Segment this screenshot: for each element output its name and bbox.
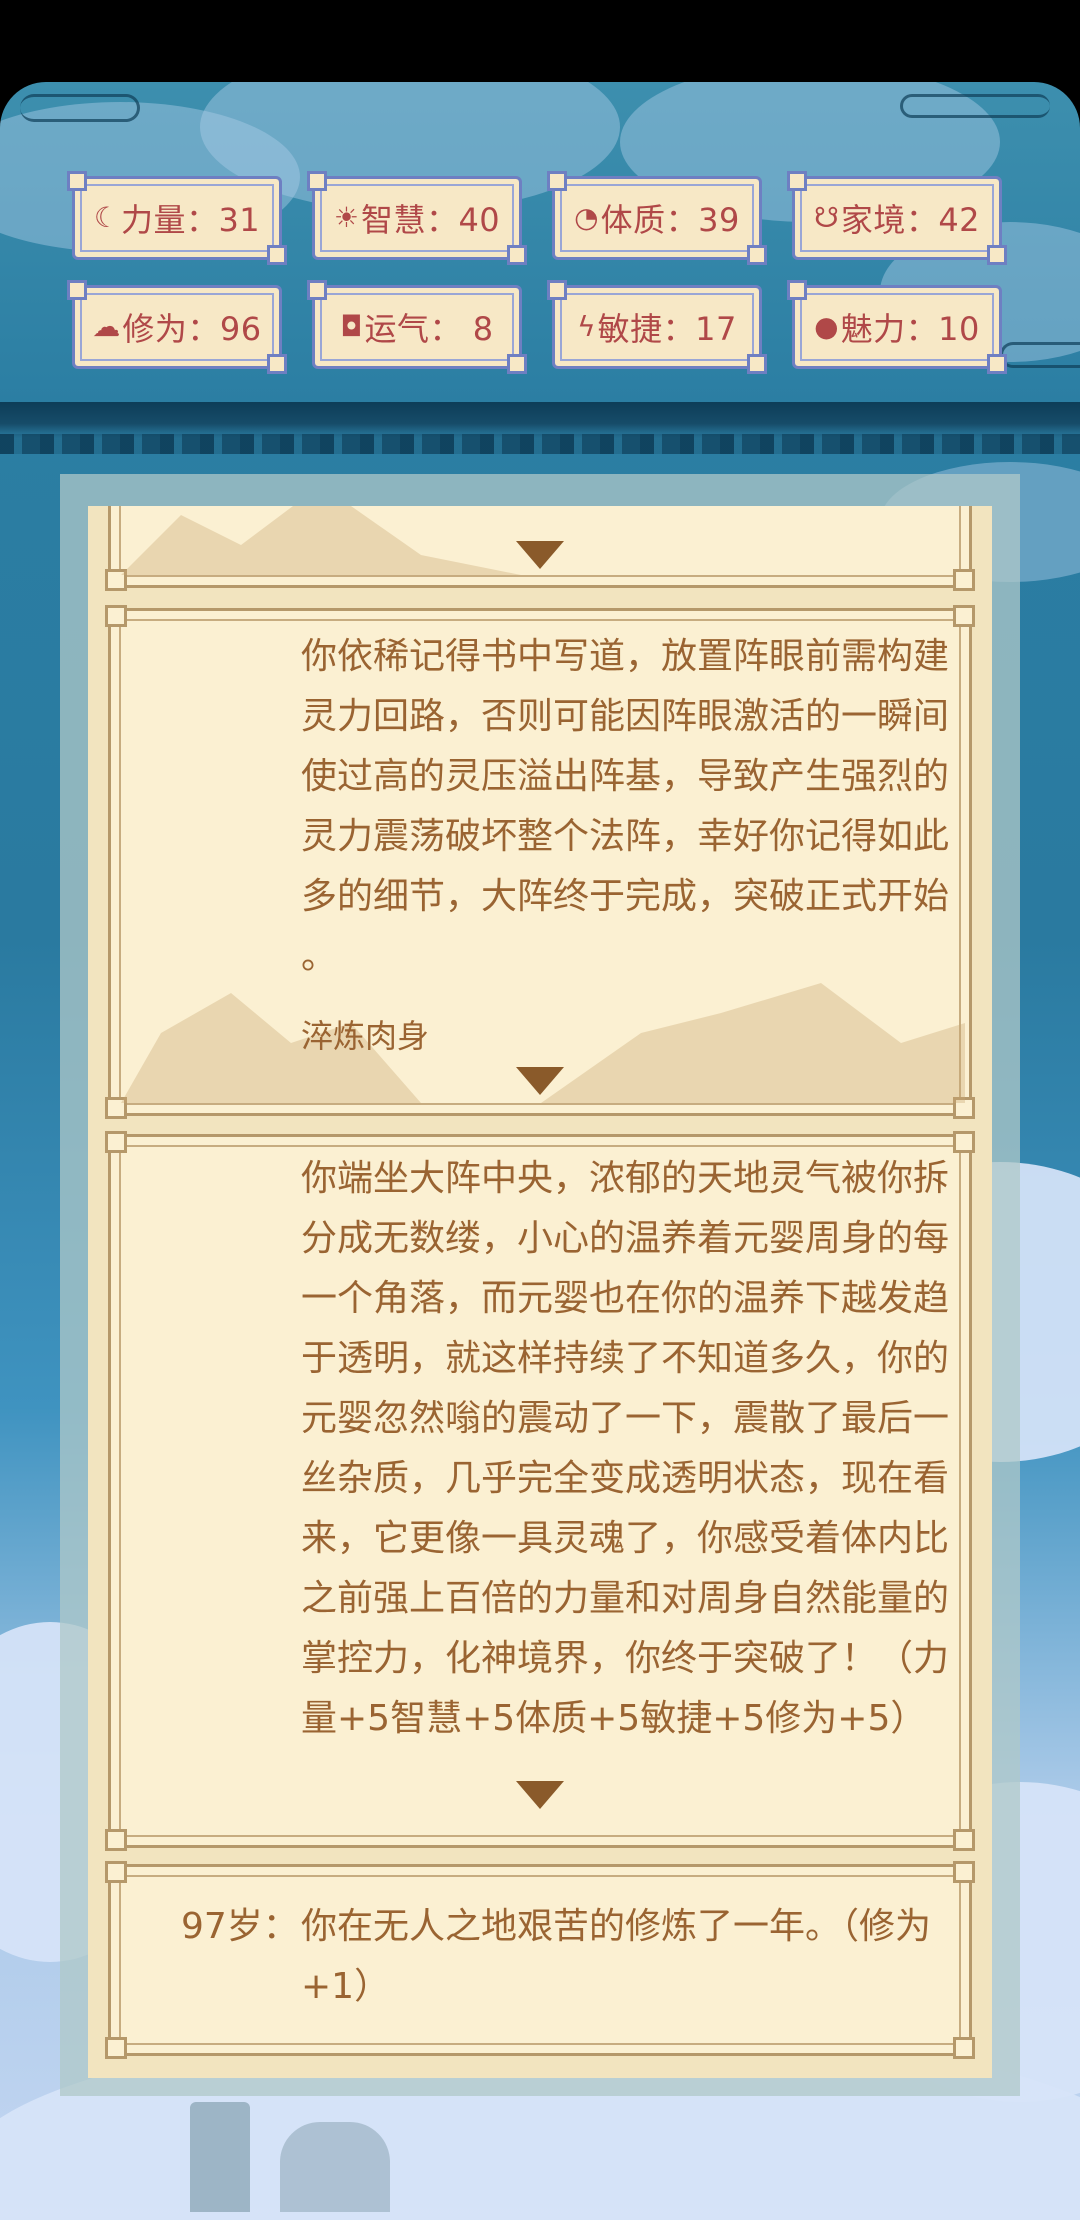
constitution-icon: ◔ xyxy=(574,201,599,234)
pavilion-silhouette xyxy=(280,2122,390,2212)
wisdom-icon: ☀ xyxy=(333,201,359,234)
event-text-line: 灵力回路，否则可能因阵眼激活的一瞬间 xyxy=(301,696,950,737)
stat-family-label: 家境：42 xyxy=(840,201,981,239)
ink-brush-texture xyxy=(0,434,1080,454)
frame-corner xyxy=(105,605,127,627)
story-log-scroll[interactable]: 你依稀记得书中写道，放置阵眼前需构建 灵力回路，否则可能因阵眼激活的一瞬间 使过… xyxy=(88,506,992,2078)
event-text-line: 丝杂质，几乎完全变成透明状态，现在看 xyxy=(301,1458,950,1499)
frame-corner xyxy=(105,2037,127,2059)
event-card: 你依稀记得书中写道，放置阵眼前需构建 灵力回路，否则可能因阵眼激活的一瞬间 使过… xyxy=(105,605,975,1119)
pavilion-silhouette xyxy=(190,2102,250,2212)
stat-family: ☋ 家境：42 xyxy=(787,171,1007,265)
event-text: 你端坐大阵中央，浓郁的天地灵气被你拆 分成无数缕，小心的温养着元婴周身的每 一个… xyxy=(301,1149,950,1749)
expand-arrow-icon[interactable] xyxy=(514,539,566,571)
stat-luck: ◘ 运气： 8 xyxy=(307,280,527,374)
event-text-line: 元婴忽然嗡的震动了一下，震散了最后一 xyxy=(301,1398,950,1439)
event-text-line: 一个角落，而元婴也在你的温养下越发趋 xyxy=(301,1278,950,1319)
attribute-panel: ☾ 力量：31 ☀ 智慧：40 ◔ 体质：39 ☋ 家境：42 ☁ 修为：96 … xyxy=(67,171,1012,376)
stat-charm: ● 魅力：10 xyxy=(787,280,1007,374)
event-note: 淬炼肉身 xyxy=(301,1017,430,1055)
event-text-line: 来，它更像一具灵魂了，你感受着体内比 xyxy=(301,1518,950,1559)
frame-corner xyxy=(953,2037,975,2059)
event-text-line: 你在无人之地艰苦的修炼了一年。（修为 xyxy=(301,1906,932,1947)
luck-icon: ◘ xyxy=(340,310,363,343)
expand-arrow-icon[interactable] xyxy=(514,1779,566,1811)
stat-agility: ϟ 敏捷：17 xyxy=(547,280,767,374)
stat-cultivation-label: 修为：96 xyxy=(122,310,262,348)
strength-icon: ☾ xyxy=(93,201,119,234)
event-text: 你在无人之地艰苦的修炼了一年。（修为 +1） xyxy=(301,1897,932,2017)
swirl-decoration xyxy=(1000,342,1080,368)
stat-charm-label: 魅力：10 xyxy=(840,310,980,348)
stat-constitution-label: 体质：39 xyxy=(600,201,740,239)
event-text-line: 量+5智慧+5体质+5敏捷+5修为+5） xyxy=(301,1698,927,1739)
agility-icon: ϟ xyxy=(577,310,596,343)
frame-corner xyxy=(953,605,975,627)
event-text-line: 多的细节，大阵终于完成，突破正式开始 xyxy=(301,876,950,917)
screen: ☾ 力量：31 ☀ 智慧：40 ◔ 体质：39 ☋ 家境：42 ☁ 修为：96 … xyxy=(0,0,1080,2220)
frame-corner xyxy=(105,1861,127,1883)
ink-brush-divider xyxy=(0,402,1080,438)
event-text-line: 于透明，就这样持续了不知道多久，你的 xyxy=(301,1338,950,1379)
charm-icon: ● xyxy=(814,310,839,343)
event-text-line: 掌控力，化神境界，你终于突破了！（力 xyxy=(301,1638,950,1679)
event-text-line: 。 xyxy=(301,936,338,977)
event-text-line: 分成无数缕，小心的温养着元婴周身的每 xyxy=(301,1218,950,1259)
cultivation-icon: ☁ xyxy=(92,310,121,343)
event-card: 你端坐大阵中央，浓郁的天地灵气被你拆 分成无数缕，小心的温养着元婴周身的每 一个… xyxy=(105,1131,975,1851)
stat-luck-label: 运气： 8 xyxy=(364,310,494,348)
frame-corner xyxy=(953,1131,975,1153)
frame-corner xyxy=(953,1829,975,1851)
stat-constitution: ◔ 体质：39 xyxy=(547,171,767,265)
event-text: 你依稀记得书中写道，放置阵眼前需构建 灵力回路，否则可能因阵眼激活的一瞬间 使过… xyxy=(301,627,950,987)
expand-arrow-icon[interactable] xyxy=(514,1065,566,1097)
stat-strength: ☾ 力量：31 xyxy=(67,171,287,265)
stat-wisdom-label: 智慧：40 xyxy=(360,201,501,239)
swirl-decoration xyxy=(900,94,1050,118)
frame-corner xyxy=(105,1829,127,1851)
event-text-line: 使过高的灵压溢出阵基，导致产生强烈的 xyxy=(301,756,950,797)
stat-wisdom: ☀ 智慧：40 xyxy=(307,171,527,265)
event-text-line: 灵力震荡破坏整个法阵，幸好你记得如此 xyxy=(301,816,950,857)
family-icon: ☋ xyxy=(813,201,839,234)
stat-agility-label: 敏捷：17 xyxy=(597,310,737,348)
swirl-decoration xyxy=(20,94,140,122)
event-text-line: 你端坐大阵中央，浓郁的天地灵气被你拆 xyxy=(301,1158,950,1199)
game-background: ☾ 力量：31 ☀ 智慧：40 ◔ 体质：39 ☋ 家境：42 ☁ 修为：96 … xyxy=(0,82,1080,2220)
event-age: 97岁： xyxy=(181,1906,299,1947)
stat-strength-label: 力量：31 xyxy=(120,201,261,239)
stat-cultivation: ☁ 修为：96 xyxy=(67,280,287,374)
frame-corner xyxy=(105,1131,127,1153)
event-card: 97岁： 你在无人之地艰苦的修炼了一年。（修为 +1） xyxy=(105,1861,975,2059)
event-text-line: +1） xyxy=(301,1966,391,2007)
frame-corner xyxy=(953,1861,975,1883)
event-card xyxy=(105,506,975,591)
event-text-line: 你依稀记得书中写道，放置阵眼前需构建 xyxy=(301,636,950,677)
event-text-line: 之前强上百倍的力量和对周身自然能量的 xyxy=(301,1578,950,1619)
